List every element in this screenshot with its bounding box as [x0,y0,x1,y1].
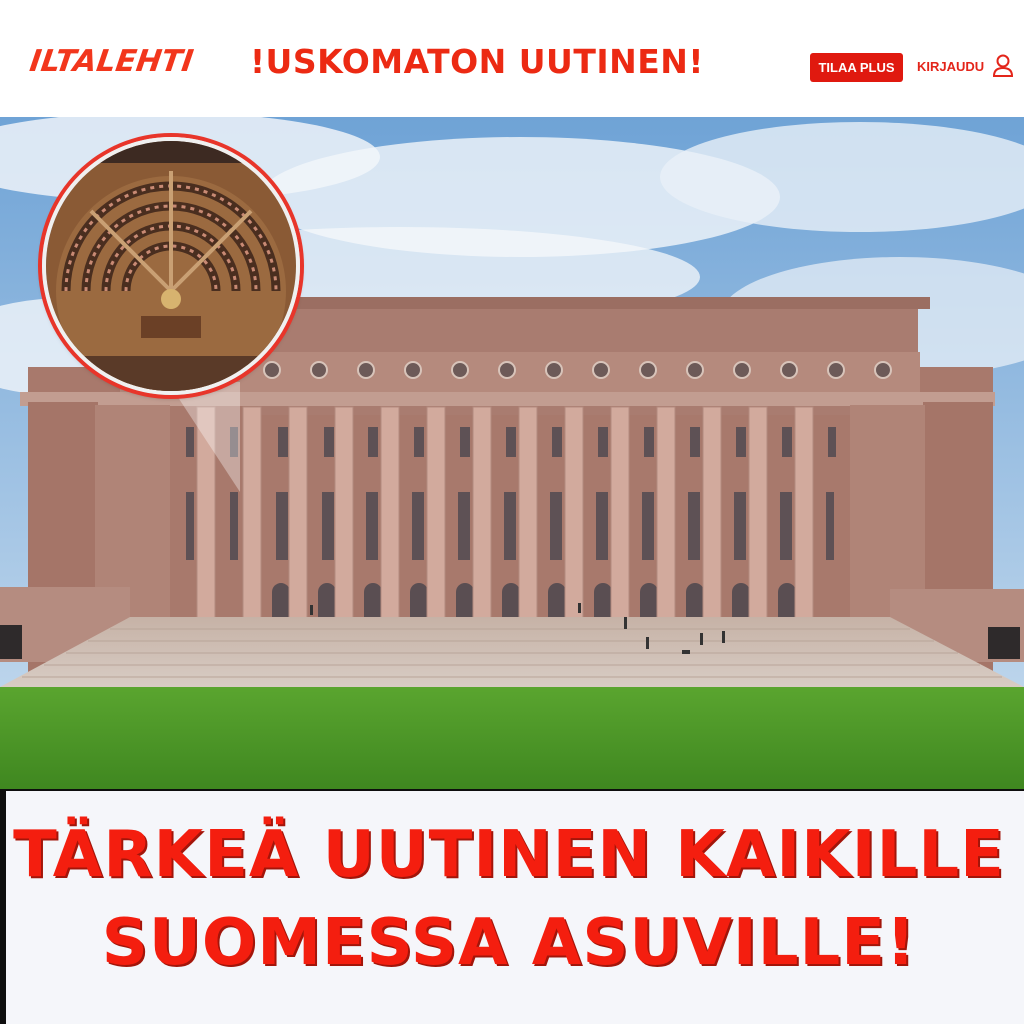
caption-line-2: SUOMESSA ASUVILLE! [101,906,917,980]
caption-line-1: TÄRKEÄ UUTINEN KAIKILLE [13,818,1005,892]
login-link[interactable]: KIRJAUDU [917,59,984,74]
top-headline: !USKOMATON UUTINEN! [250,42,704,81]
parliament-chamber-inset [42,137,300,395]
site-logo[interactable]: ILTALEHTI [28,44,196,79]
parliament-chamber-photo [46,141,296,391]
user-icon[interactable] [992,54,1014,78]
subscribe-button[interactable]: TILAA PLUS [810,53,903,82]
site-header: ILTALEHTI !USKOMATON UUTINEN! TILAA PLUS… [0,0,1024,118]
